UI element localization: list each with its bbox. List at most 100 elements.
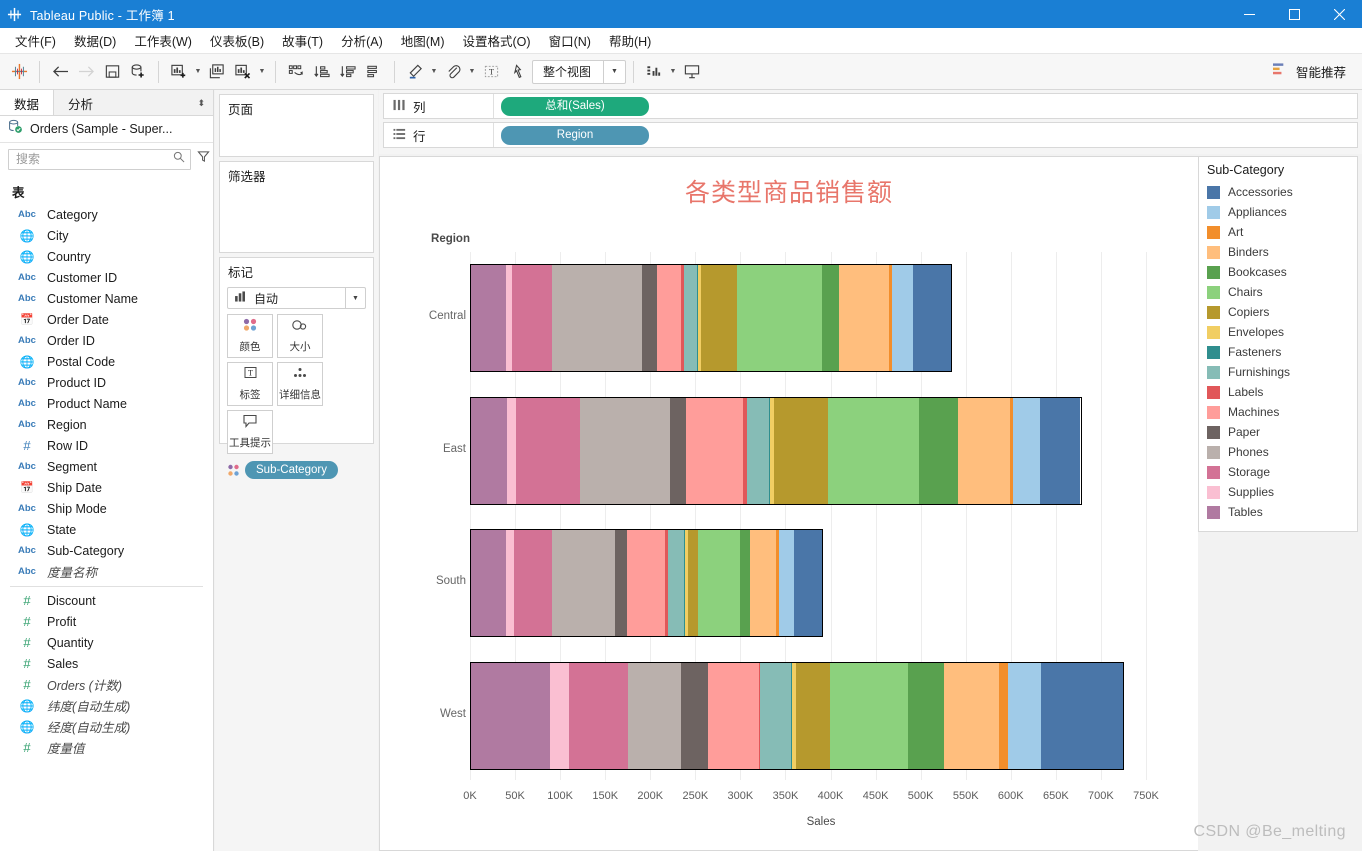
bar-segment-accessories[interactable] — [1041, 662, 1123, 769]
field-category[interactable]: Abc Category — [0, 204, 213, 225]
legend-item-chairs[interactable]: Chairs — [1199, 282, 1357, 302]
bar-segment-machines[interactable] — [707, 662, 759, 769]
bar-segment-bookcases[interactable] — [908, 662, 945, 769]
fit-dropdown[interactable]: 整个视图 ▼ — [532, 59, 627, 84]
menu-window[interactable]: 窗口(N) — [540, 28, 600, 53]
field--[interactable]: 🌐 经度(自动生成) — [0, 716, 213, 737]
bar-segment-storage[interactable] — [514, 530, 552, 637]
field-quantity[interactable]: # Quantity — [0, 632, 213, 653]
field-city[interactable]: 🌐 City — [0, 225, 213, 246]
duplicate-sheet-icon[interactable] — [204, 59, 230, 85]
menu-dashboard[interactable]: 仪表板(B) — [201, 28, 273, 53]
legend-item-furnishings[interactable]: Furnishings — [1199, 362, 1357, 382]
marks-color-button[interactable]: 颜色 — [227, 314, 273, 358]
bar-segment-binders[interactable] — [944, 662, 999, 769]
legend-item-art[interactable]: Art — [1199, 222, 1357, 242]
swap-rows-columns-icon[interactable] — [283, 59, 309, 85]
datasource-row[interactable]: Orders (Sample - Super... — [0, 116, 213, 143]
back-arrow-icon[interactable] — [47, 59, 73, 85]
save-icon[interactable] — [99, 59, 125, 85]
menu-format[interactable]: 设置格式(O) — [454, 28, 540, 53]
menu-analysis[interactable]: 分析(A) — [332, 28, 392, 53]
new-worksheet-icon[interactable] — [166, 59, 192, 85]
bar-segment-machines[interactable] — [686, 397, 744, 504]
bar-segment-supplies[interactable] — [505, 530, 515, 637]
marks-tooltip-button[interactable]: 工具提示 — [227, 410, 273, 454]
bar-segment-paper[interactable] — [681, 662, 708, 769]
legend-item-machines[interactable]: Machines — [1199, 402, 1357, 422]
bar-segment-binders[interactable] — [958, 397, 1010, 504]
field-order-id[interactable]: Abc Order ID — [0, 330, 213, 351]
marks-label-button[interactable]: T 标签 — [227, 362, 273, 406]
highlight-icon[interactable] — [402, 59, 428, 85]
bar-segment-phones[interactable] — [552, 265, 643, 372]
field-sub-category[interactable]: Abc Sub-Category — [0, 540, 213, 561]
bar-segment-tables[interactable] — [471, 265, 507, 372]
legend-item-phones[interactable]: Phones — [1199, 442, 1357, 462]
bar-segment-chairs[interactable] — [830, 662, 909, 769]
bar-west[interactable] — [470, 661, 1124, 770]
mark-type-chevron-icon[interactable]: ▼ — [345, 288, 365, 308]
field-order-date[interactable]: 📅 Order Date — [0, 309, 213, 330]
bar-segment-chairs[interactable] — [698, 530, 741, 637]
legend-item-binders[interactable]: Binders — [1199, 242, 1357, 262]
field-customer-id[interactable]: Abc Customer ID — [0, 267, 213, 288]
menu-help[interactable]: 帮助(H) — [600, 28, 660, 53]
bar-segment-phones[interactable] — [628, 662, 682, 769]
bar-segment-storage[interactable] — [516, 397, 580, 504]
new-data-source-icon[interactable] — [125, 59, 151, 85]
bar-segment-furnishings[interactable] — [760, 662, 792, 769]
bar-segment-phones[interactable] — [579, 397, 671, 504]
group-members-icon[interactable] — [361, 59, 387, 85]
bar-segment-paper[interactable] — [670, 397, 687, 504]
filters-card[interactable]: 筛选器 — [219, 161, 374, 253]
close-button[interactable] — [1317, 0, 1362, 28]
fit-chevron-icon[interactable]: ▼ — [603, 60, 625, 83]
field-orders-[interactable]: # Orders (计数) — [0, 674, 213, 695]
field-discount[interactable]: # Discount — [0, 590, 213, 611]
marks-color-pill[interactable]: Sub-Category — [245, 461, 338, 479]
bar-segment-phones[interactable] — [551, 530, 615, 637]
bar-segment-paper[interactable] — [642, 265, 658, 372]
field-sales[interactable]: # Sales — [0, 653, 213, 674]
legend-item-bookcases[interactable]: Bookcases — [1199, 262, 1357, 282]
new-worksheet-chevron-icon[interactable]: ▼ — [192, 59, 204, 85]
field--[interactable]: 🌐 纬度(自动生成) — [0, 695, 213, 716]
bar-segment-art[interactable] — [998, 662, 1009, 769]
legend-item-paper[interactable]: Paper — [1199, 422, 1357, 442]
field-postal-code[interactable]: 🌐 Postal Code — [0, 351, 213, 372]
bar-segment-bookcases[interactable] — [740, 530, 751, 637]
presentation-chart-icon[interactable] — [641, 59, 667, 85]
bar-segment-machines[interactable] — [657, 265, 681, 372]
search-input[interactable] — [14, 151, 173, 167]
rows-pill-region[interactable]: Region — [501, 125, 649, 145]
bar-segment-supplies[interactable] — [507, 397, 517, 504]
menu-story[interactable]: 故事(T) — [273, 28, 332, 53]
bar-segment-supplies[interactable] — [550, 662, 569, 769]
attach-chevron-icon[interactable]: ▼ — [466, 59, 478, 85]
bar-segment-appliances[interactable] — [1008, 662, 1042, 769]
bar-segment-copiers[interactable] — [773, 397, 828, 504]
fix-axes-icon[interactable] — [504, 59, 530, 85]
pane-resize-icon[interactable]: ⬍ — [197, 90, 213, 115]
legend-item-storage[interactable]: Storage — [1199, 462, 1357, 482]
highlight-chevron-icon[interactable]: ▼ — [428, 59, 440, 85]
bar-segment-appliances[interactable] — [779, 530, 794, 637]
bar-segment-paper[interactable] — [614, 530, 628, 637]
field-ship-mode[interactable]: Abc Ship Mode — [0, 498, 213, 519]
mark-type-dropdown[interactable]: 自动 ▼ — [227, 287, 366, 309]
field-region[interactable]: Abc Region — [0, 414, 213, 435]
bar-segment-tables[interactable] — [471, 397, 508, 504]
bar-segment-copiers[interactable] — [795, 662, 831, 769]
bar-segment-tables[interactable] — [471, 530, 506, 637]
field-product-name[interactable]: Abc Product Name — [0, 393, 213, 414]
search-box[interactable] — [8, 148, 191, 170]
bar-segment-bookcases[interactable] — [918, 397, 959, 504]
bar-segment-storage[interactable] — [512, 265, 553, 372]
clear-sheet-icon[interactable] — [230, 59, 256, 85]
bar-segment-binders[interactable] — [838, 265, 890, 372]
legend-item-tables[interactable]: Tables — [1199, 502, 1357, 522]
bar-segment-furnishings[interactable] — [683, 265, 698, 372]
bar-segment-copiers[interactable] — [701, 265, 738, 372]
search-icon[interactable] — [173, 150, 185, 168]
